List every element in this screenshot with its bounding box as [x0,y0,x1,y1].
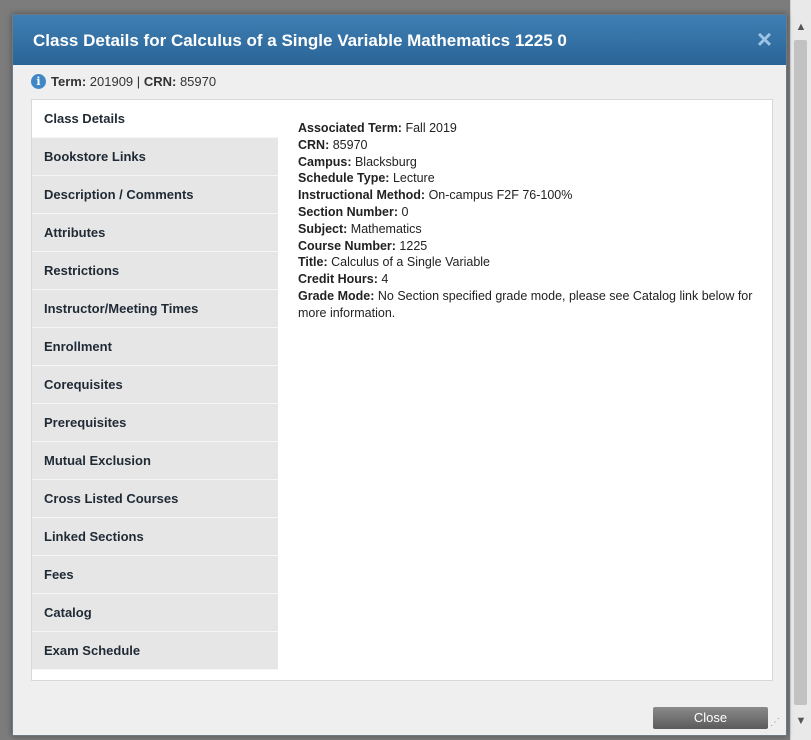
detail-label: Grade Mode: [298,288,375,303]
detail-value: 0 [401,204,409,219]
detail-label: Section Number: [298,204,399,219]
detail-row: Associated Term: Fall 2019 [298,120,758,137]
term-value: 201909 [89,73,134,89]
detail-value: 4 [381,272,389,287]
detail-label: Schedule Type: [298,171,390,186]
detail-label: Course Number: [298,238,396,253]
detail-row: Subject: Mathematics [298,221,758,238]
class-details-panel: Associated Term: Fall 2019 CRN: 85970 Camp… [298,120,758,322]
term-info-bar: i Term: 201909 | CRN: 85970 [31,71,216,91]
detail-row: Instructional Method: On-campus F2F 76-1… [298,187,758,204]
crn-value: 85970 [179,73,217,89]
tab-list: Class Details Bookstore Links Description … [32,100,278,670]
detail-label: Associated Term: [298,121,402,135]
resize-grip-icon[interactable]: ⋰ [770,717,782,729]
tab-restrictions[interactable]: Restrictions [32,252,278,290]
dialog-footer: Close ⋰ [13,687,786,735]
dialog-title: Class Details for Calculus of a Single V… [33,31,567,50]
info-separator: | [136,73,141,89]
tab-mutual-exclusion[interactable]: Mutual Exclusion [32,442,278,480]
detail-row: CRN: 85970 [298,137,758,154]
detail-value: 1225 [399,238,428,253]
detail-value: Calculus of a Single Variable [331,255,491,270]
detail-row: Credit Hours: 4 [298,271,758,288]
detail-row: Section Number: 0 [298,204,758,221]
detail-value: Fall 2019 [405,121,457,135]
tab-exam-schedule[interactable]: Exam Schedule [32,632,278,670]
detail-label: Title: [298,255,328,270]
crn-label: CRN: [143,73,177,89]
detail-label: Campus: [298,154,352,169]
detail-value: Blacksburg [354,154,417,169]
detail-label: CRN: [298,137,330,152]
dialog-titlebar[interactable]: Class Details for Calculus of a Single V… [13,15,786,65]
detail-value: Lecture [392,171,435,186]
detail-row: Title: Calculus of a Single Variable [298,254,758,271]
scroll-thumb[interactable] [794,40,807,705]
tab-fees[interactable]: Fees [32,556,278,594]
info-icon: i [31,73,46,89]
detail-row: Course Number: 1225 [298,238,758,255]
detail-row: Campus: Blacksburg [298,154,758,171]
tab-attributes[interactable]: Attributes [32,214,278,252]
close-icon[interactable]: × [757,25,772,53]
tab-enrollment[interactable]: Enrollment [32,328,278,366]
page-scrollbar[interactable]: ▲ ▼ [790,0,811,740]
tab-instructor-meeting-times[interactable]: Instructor/Meeting Times [32,290,278,328]
detail-value: On-campus F2F 76-100% [428,188,573,203]
tab-bookstore-links[interactable]: Bookstore Links [32,138,278,176]
scroll-down-icon[interactable]: ▼ [791,712,811,730]
class-details-dialog: Class Details for Calculus of a Single V… [12,14,787,736]
tab-cross-listed-courses[interactable]: Cross Listed Courses [32,480,278,518]
tab-class-details[interactable]: Class Details [32,100,278,138]
content-panel: Class Details Bookstore Links Description … [31,99,773,681]
detail-value: Mathematics [350,221,422,236]
detail-label: Subject: [298,221,348,236]
tab-description-comments[interactable]: Description / Comments [32,176,278,214]
detail-row: Schedule Type: Lecture [298,170,758,187]
detail-label: Instructional Method: [298,188,426,203]
close-button[interactable]: Close [653,707,768,729]
tab-corequisites[interactable]: Corequisites [32,366,278,404]
detail-value: 85970 [332,137,368,152]
tab-prerequisites[interactable]: Prerequisites [32,404,278,442]
term-label: Term: [51,73,87,89]
tab-catalog[interactable]: Catalog [32,594,278,632]
detail-row: Grade Mode: No Section specified grade m… [298,288,758,322]
detail-label: Credit Hours: [298,272,378,287]
tab-linked-sections[interactable]: Linked Sections [32,518,278,556]
scroll-up-icon[interactable]: ▲ [791,18,811,36]
